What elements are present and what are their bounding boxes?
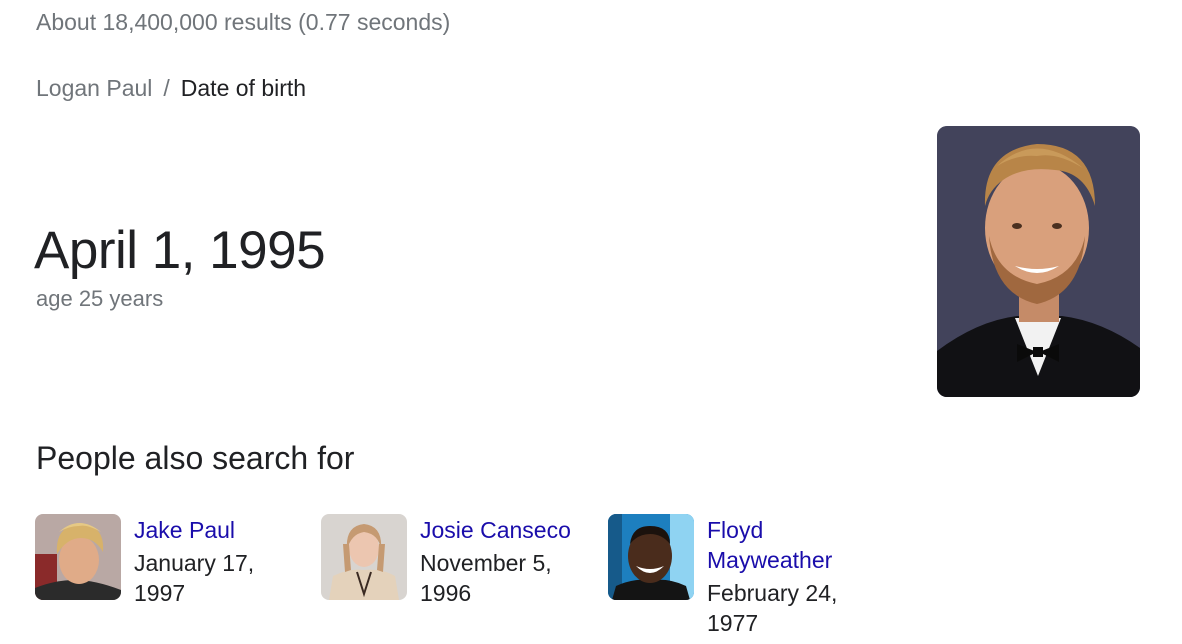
people-also-search-heading: People also search for	[36, 440, 355, 476]
people-card-name[interactable]: Jake Paul	[134, 515, 284, 545]
people-card-floyd-mayweather[interactable]: Floyd Mayweather February 24, 1977	[608, 514, 857, 638]
breadcrumb-separator: /	[163, 75, 170, 101]
people-card-thumbnail[interactable]	[321, 514, 407, 600]
people-card-josie-canseco[interactable]: Josie Canseco November 5, 1996	[321, 514, 580, 608]
breadcrumb-entity-link[interactable]: Logan Paul	[36, 75, 152, 102]
people-card-name[interactable]: Josie Canseco	[420, 515, 580, 545]
entity-photo[interactable]	[937, 126, 1140, 397]
people-card-name[interactable]: Floyd Mayweather	[707, 515, 857, 575]
people-card-thumbnail[interactable]	[35, 514, 121, 600]
breadcrumb-attribute: Date of birth	[180, 75, 307, 101]
people-card-jake-paul[interactable]: Jake Paul January 17, 1997	[35, 514, 284, 608]
breadcrumb: Logan Paul / Date of birth	[36, 75, 306, 102]
people-card-date: February 24, 1977	[707, 580, 838, 636]
people-card-thumbnail[interactable]	[608, 514, 694, 600]
answer-value: April 1, 1995	[34, 221, 326, 280]
answer-subtext: age 25 years	[36, 286, 164, 311]
results-stats: About 18,400,000 results (0.77 seconds)	[36, 9, 451, 35]
people-card-date: November 5, 1996	[420, 550, 552, 606]
people-card-date: January 17, 1997	[134, 550, 255, 606]
